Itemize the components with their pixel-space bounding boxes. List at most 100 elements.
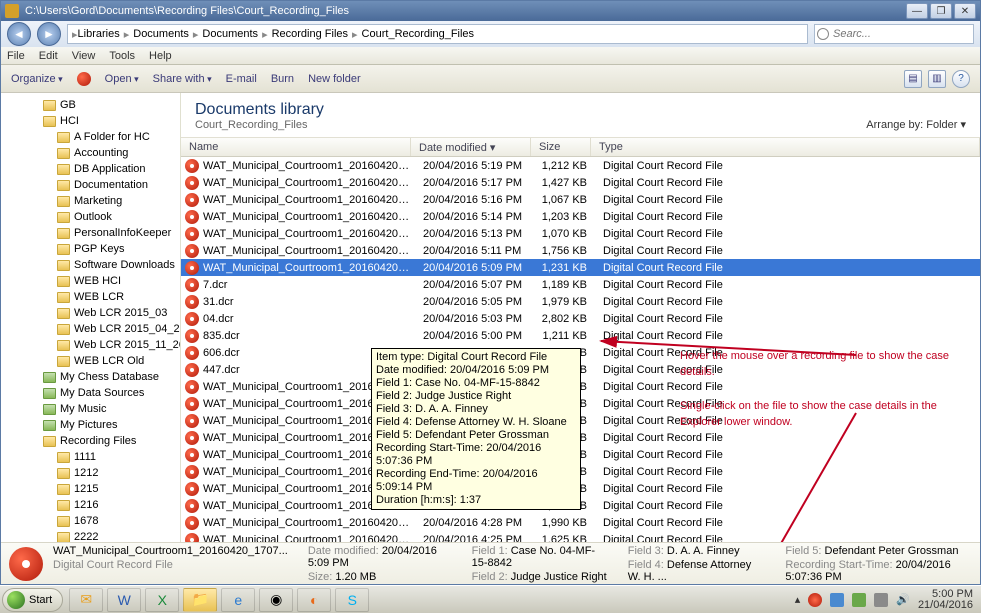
tree-item[interactable]: My Data Sources [1,385,180,401]
clock[interactable]: 5:00 PM 21/04/2016 [918,589,973,611]
tray-icon[interactable] [852,593,866,607]
breadcrumb-item[interactable]: Libraries [78,28,120,40]
tree-item[interactable]: 1678 [1,513,180,529]
folder-icon [57,500,70,511]
taskbar[interactable]: Start ✉ W X 📁 e ◉ ◐ S ▴ 🔊 5:00 PM 21/04/… [0,585,981,613]
breadcrumb-item[interactable]: Court_Recording_Files [362,28,475,40]
breadcrumb-item[interactable]: Recording Files [272,28,348,40]
file-row[interactable]: 31.dcr20/04/2016 5:05 PM1,979 KBDigital … [181,293,980,310]
tray-icon[interactable] [874,593,888,607]
tree-item[interactable]: WEB HCI [1,273,180,289]
file-row[interactable]: WAT_Municipal_Courtroom1_20160420_162255… [181,531,980,542]
tree-item[interactable]: PersonalInfoKeeper [1,225,180,241]
dcr-icon [185,448,199,462]
file-row[interactable]: WAT_Municipal_Courtroom1_20160420_170736… [181,259,980,276]
share-button[interactable]: Share with [153,73,212,85]
burn-button[interactable]: Burn [271,73,294,85]
tree-item[interactable]: GB [1,97,180,113]
tree-item[interactable]: Web LCR 2015_11_26 [1,337,180,353]
explorer-icon[interactable]: 📁 [183,588,217,612]
file-row[interactable]: WAT_Municipal_Courtroom1_20160420_171312… [181,208,980,225]
start-button[interactable]: Start [2,588,63,612]
search-box[interactable] [814,24,974,44]
tree-item[interactable]: PGP Keys [1,241,180,257]
email-button[interactable]: E-mail [226,73,257,85]
forward-button[interactable]: ► [37,22,61,46]
col-date[interactable]: Date modified ▾ [411,138,531,156]
tree-item[interactable]: My Music [1,401,180,417]
minimize-button[interactable]: — [906,3,928,19]
word-icon[interactable]: W [107,588,141,612]
file-row[interactable]: 04.dcr20/04/2016 5:03 PM2,802 KBDigital … [181,310,980,327]
tree-item[interactable]: Web LCR 2015_04_22 [1,321,180,337]
tree-item[interactable]: Software Downloads [1,257,180,273]
col-size[interactable]: Size [531,138,591,156]
tree-item[interactable]: WEB LCR Old [1,353,180,369]
maximize-button[interactable]: ❐ [930,3,952,19]
arrange-by[interactable]: Arrange by: Folder ▾ [866,118,966,131]
dcr-icon [185,465,199,479]
tree-item[interactable]: Outlook [1,209,180,225]
breadcrumb-item[interactable]: Documents [202,28,258,40]
folder-icon [5,4,19,18]
titlebar[interactable]: C:\Users\Gord\Documents\Recording Files\… [1,1,980,21]
tray-up-icon[interactable]: ▴ [795,593,801,606]
open-button[interactable]: Open [105,73,139,85]
tree-item[interactable]: WEB LCR [1,289,180,305]
tree-item[interactable]: My Pictures [1,417,180,433]
file-row[interactable]: WAT_Municipal_Courtroom1_20160420_171440… [181,191,980,208]
menu-view[interactable]: View [72,50,96,62]
tree-item[interactable]: Recording Files [1,433,180,449]
outlook-icon[interactable]: ✉ [69,588,103,612]
newfolder-button[interactable]: New folder [308,73,361,85]
ie-icon[interactable]: e [221,588,255,612]
tree-item[interactable]: My Chess Database [1,369,180,385]
back-button[interactable]: ◄ [7,22,31,46]
file-row[interactable]: 7.dcr20/04/2016 5:07 PM1,189 KBDigital C… [181,276,980,293]
tray-icon[interactable] [808,593,822,607]
system-tray[interactable]: ▴ 🔊 5:00 PM 21/04/2016 [795,589,981,611]
menu-tools[interactable]: Tools [109,50,135,62]
search-input[interactable] [815,25,973,43]
chrome-icon[interactable]: ◉ [259,588,293,612]
preview-button[interactable]: ▥ [928,70,946,88]
help-button[interactable]: ? [952,70,970,88]
menu-help[interactable]: Help [149,50,172,62]
organize-button[interactable]: Organize [11,73,63,85]
breadcrumb-item[interactable]: Documents [133,28,189,40]
tree-item[interactable]: 1216 [1,497,180,513]
tree-item[interactable]: 1212 [1,465,180,481]
file-row[interactable]: WAT_Municipal_Courtroom1_20160420_162519… [181,514,980,531]
breadcrumbs[interactable]: ▸ Libraries▸Documents▸Documents▸Recordin… [67,24,808,44]
tree-item[interactable]: Accounting [1,145,180,161]
menu-file[interactable]: File [7,50,25,62]
file-row[interactable]: 835.dcr20/04/2016 5:00 PM1,211 KBDigital… [181,327,980,344]
tree-item[interactable]: Web LCR 2015_03 [1,305,180,321]
tree-item[interactable]: DB Application [1,161,180,177]
file-row[interactable]: WAT_Municipal_Courtroom1_20160420_171756… [181,157,980,174]
dcr-icon [185,159,199,173]
tree-item[interactable]: Marketing [1,193,180,209]
col-name[interactable]: Name [181,138,411,156]
tree-item[interactable]: Documentation [1,177,180,193]
tree-item[interactable]: 1215 [1,481,180,497]
file-row[interactable]: WAT_Municipal_Courtroom1_20160420_171608… [181,174,980,191]
tray-icon[interactable] [830,593,844,607]
file-row[interactable]: WAT_Municipal_Courtroom1_20160420_171154… [181,225,980,242]
tree-item[interactable]: HCI [1,113,180,129]
volume-icon[interactable]: 🔊 [896,593,910,606]
tree-item[interactable]: 2222 [1,529,180,542]
menu-edit[interactable]: Edit [39,50,58,62]
skype-icon[interactable]: S [335,588,369,612]
view-button[interactable]: ▤ [904,70,922,88]
tree-item[interactable]: 1111 [1,449,180,465]
close-button[interactable]: ✕ [954,3,976,19]
col-type[interactable]: Type [591,138,980,156]
dcr-icon [185,482,199,496]
nav-tree[interactable]: GBHCIA Folder for HCAccountingDB Applica… [1,93,181,542]
firefox-icon[interactable]: ◐ [297,588,331,612]
excel-icon[interactable]: X [145,588,179,612]
tree-item[interactable]: A Folder for HC [1,129,180,145]
file-row[interactable]: WAT_Municipal_Courtroom1_20160420_170914… [181,242,980,259]
column-headers[interactable]: Name Date modified ▾ Size Type [181,137,980,157]
